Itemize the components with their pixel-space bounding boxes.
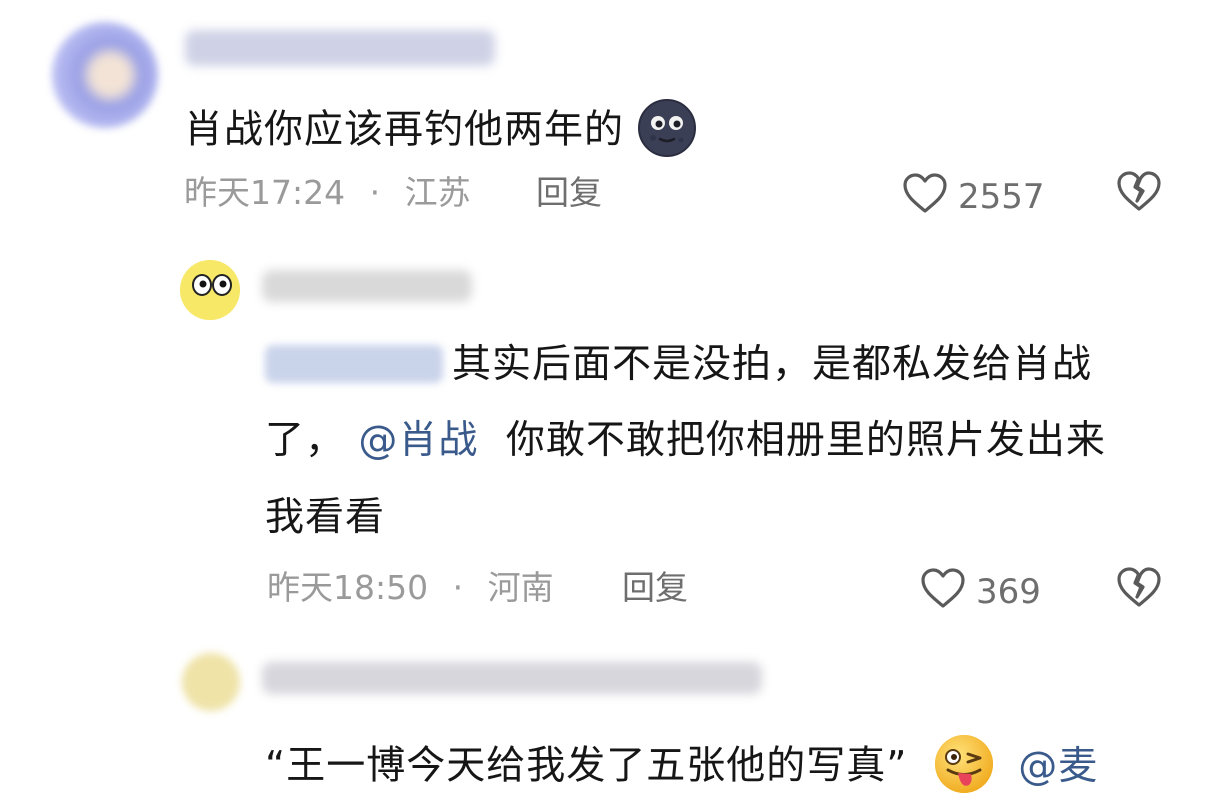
comment-line-2: 了， @肖战 你敢不敢把你相册里的照片发出来 [265, 421, 1106, 461]
comment-meta: 昨天17:24 · 江苏 [184, 175, 471, 211]
heart-icon [902, 172, 948, 221]
heart-icon [920, 567, 966, 616]
mention-link[interactable]: @肖战 [358, 418, 478, 463]
username-blurred[interactable] [185, 30, 495, 66]
username-blurred[interactable] [262, 270, 472, 302]
username-blurred[interactable] [262, 662, 762, 694]
dislike-button[interactable] [1116, 566, 1162, 612]
new-moon-face-icon [637, 98, 697, 166]
location: 河南 [487, 568, 554, 607]
comment-content: 肖战你应该再钓他两年的 [184, 107, 625, 153]
comment-meta: 昨天18:50 · 河南 [267, 570, 554, 606]
avatar[interactable] [182, 653, 240, 711]
winking-tongue-face-icon [931, 733, 997, 803]
meta-separator: · [452, 568, 464, 607]
like-button[interactable]: 2557 [902, 172, 1045, 221]
reply-button[interactable]: 回复 [622, 570, 688, 606]
like-count: 369 [976, 571, 1041, 612]
timestamp: 昨天17:24 [184, 173, 346, 212]
location: 江苏 [404, 173, 471, 212]
comment-content: “王一博今天给我发了五张他的写真” [265, 743, 908, 789]
like-count: 2557 [958, 176, 1045, 217]
mention-blurred[interactable] [265, 345, 443, 383]
avatar[interactable] [52, 22, 158, 128]
broken-heart-icon [1116, 171, 1162, 216]
comment-line-1: 其实后面不是没拍，是都私发给肖战 [452, 342, 1093, 387]
comment-text: “王一博今天给我发了五张他的写真” @麦 [265, 733, 1098, 803]
eyes-face-icon [180, 260, 240, 320]
comment-line-3: 我看看 [265, 495, 386, 540]
avatar[interactable] [180, 260, 240, 320]
meta-separator: · [369, 173, 381, 212]
timestamp: 昨天18:50 [267, 568, 429, 607]
reply-button[interactable]: 回复 [536, 175, 602, 211]
like-button[interactable]: 369 [920, 567, 1041, 616]
comment-text-rest: 你敢不敢把你相册里的照片发出来 [505, 418, 1106, 463]
broken-heart-icon [1116, 567, 1162, 612]
comment-text: 肖战你应该再钓他两年的 [184, 98, 697, 166]
dislike-button[interactable] [1116, 170, 1162, 216]
comment-text-prefix: 了， [265, 418, 346, 463]
mention-link[interactable]: @麦 [1018, 744, 1098, 789]
